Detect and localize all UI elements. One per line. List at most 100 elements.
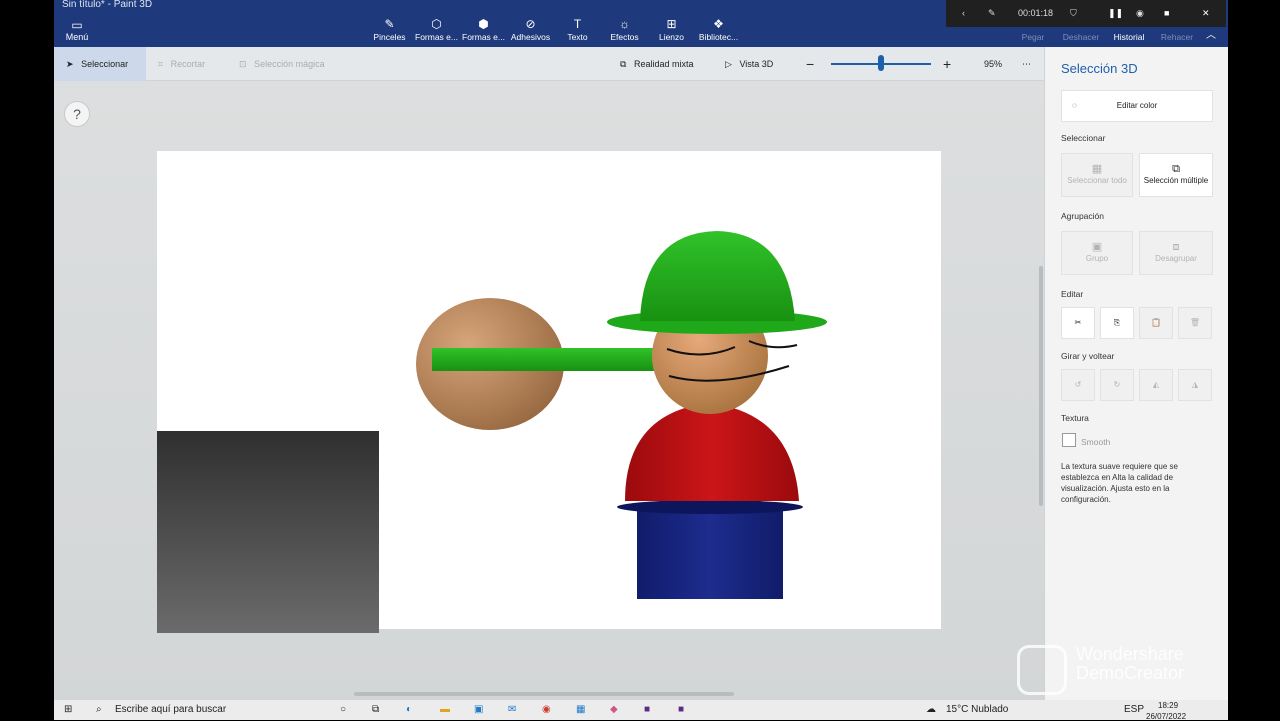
search-icon[interactable]: ⌕ (96, 704, 102, 715)
shield-icon[interactable]: ⛉ (1070, 8, 1077, 19)
vertical-scrollbar[interactable] (1039, 266, 1043, 506)
paste-icon[interactable]: 📋 (1139, 307, 1173, 339)
tool-tab-label: Efectos (610, 32, 639, 42)
tool-tab-7[interactable]: ❖ Bibliotec... (695, 16, 742, 42)
pause-icon[interactable]: ❚❚ (1108, 8, 1123, 19)
cortana-icon[interactable]: ○ (340, 704, 346, 715)
store-icon[interactable]: ▣ (474, 704, 483, 715)
crop-label: Recortar (170, 59, 206, 69)
text-icon: T (573, 17, 582, 31)
view-3d-label: Vista 3D (739, 59, 774, 69)
camera-icon[interactable]: ◉ (1136, 8, 1144, 19)
tool-tab-label: Pinceles (373, 32, 406, 42)
group-button[interactable]: ▣ Grupo (1061, 231, 1133, 275)
edit-color-button[interactable]: ◌ Editar color (1061, 90, 1213, 122)
weather-icon: ☁ (926, 704, 936, 715)
weather-text[interactable]: 15°C Nublado (946, 704, 1008, 715)
flip-horizontal-icon[interactable]: ◭ (1139, 369, 1173, 401)
edge-icon[interactable]: ◐ (406, 704, 412, 715)
view-3d-icon: ▷ (725, 59, 732, 69)
selection-toolbar: ➤ Seleccionar ⌗ Recortar ⊡ Selección mág… (54, 47, 1044, 81)
tool-tab-2[interactable]: ⬢ Formas e... (460, 16, 507, 42)
zoom-slider-thumb[interactable] (878, 55, 884, 71)
taskbar-search-box[interactable]: Escribe aquí para buscar (115, 704, 226, 715)
chrome-icon[interactable]: ◉ (542, 704, 551, 715)
hat-crown[interactable] (640, 231, 795, 321)
right-letterbox (1228, 0, 1280, 700)
delete-icon[interactable]: 🗑 (1178, 307, 1212, 339)
crop-button[interactable]: ⌗ Recortar (158, 47, 205, 81)
onenote-icon[interactable]: ■ (644, 704, 650, 715)
menu-button[interactable]: ▭ Menú (64, 18, 90, 42)
select-button[interactable]: ➤ Seleccionar (54, 47, 146, 81)
paint3d-window: Sin título* - Paint 3D ▭ Menú ✎ Pinceles ⬡… (54, 0, 1228, 700)
blue-legs[interactable] (637, 507, 783, 599)
help-button[interactable]: ? (64, 101, 90, 127)
horizontal-scrollbar[interactable] (354, 692, 734, 696)
group-label: Grupo (1085, 254, 1109, 263)
democreator-icon[interactable]: ■ (678, 704, 684, 715)
multi-select-button[interactable]: ⧉ Selección múltiple (1139, 153, 1213, 197)
panel-title: Selección 3D (1061, 61, 1138, 76)
zoom-out-button[interactable]: − (806, 47, 814, 81)
menu-label: Menú (65, 32, 89, 42)
tool-tab-4[interactable]: T Texto (554, 16, 601, 42)
webcam-overlay (157, 431, 379, 633)
folder-icon: ▭ (71, 18, 83, 32)
history-button[interactable]: Historial (1105, 32, 1153, 42)
cut-icon[interactable]: ✂ (1061, 307, 1095, 339)
paste-button[interactable]: Pegar (1009, 32, 1057, 42)
sticker-icon: ⊘ (525, 17, 536, 31)
red-torso[interactable] (625, 403, 799, 501)
clock-time[interactable]: 18:29 (1158, 701, 1178, 710)
chevron-up-icon[interactable]: ︿ (1206, 26, 1216, 41)
more-options-icon[interactable]: ⋯ (1022, 47, 1031, 81)
left-letterbox (0, 0, 54, 700)
magic-select-label: Selección mágica (254, 59, 325, 69)
tool-tab-3[interactable]: ⊘ Adhesivos (507, 16, 554, 42)
app-icon[interactable]: ▦ (576, 704, 585, 715)
chevron-left-icon[interactable]: ‹ (962, 8, 965, 18)
edit-section-label: Editar (1061, 289, 1084, 299)
tool-tab-1[interactable]: ⬡ Formas e... (413, 16, 460, 42)
tool-tabs: ✎ Pinceles ⬡ Formas e... ⬢ Formas e... ⊘ Adhesi… (366, 16, 742, 42)
file-explorer-icon[interactable]: ▬ (440, 704, 450, 715)
ungroup-button[interactable]: ⧈ Desagrupar (1139, 231, 1213, 275)
window-title: Sin título* - Paint 3D (62, 0, 153, 10)
mixed-reality-button[interactable]: ⧉ Realidad mixta (620, 47, 693, 81)
select-all-icon: ▦ (1091, 163, 1103, 175)
flip-vertical-icon[interactable]: ◮ (1178, 369, 1212, 401)
drawing-canvas[interactable] (157, 151, 941, 633)
view-3d-button[interactable]: ▷ Vista 3D (725, 47, 773, 81)
paint3d-icon[interactable]: ◆ (610, 704, 618, 715)
workspace: ? (54, 81, 1044, 700)
democreator-logo-icon (1017, 645, 1067, 695)
rotate-left-icon[interactable]: ↺ (1061, 369, 1095, 401)
close-icon[interactable]: ✕ (1202, 8, 1210, 19)
library-icon: ❖ (713, 17, 724, 31)
task-view-icon[interactable]: ⧉ (372, 704, 379, 715)
smooth-checkbox[interactable] (1062, 433, 1076, 447)
copy-icon[interactable]: ⎘ (1100, 307, 1134, 339)
select-all-label: Seleccionar todo (1067, 176, 1127, 185)
select-all-button[interactable]: ▦ Seleccionar todo (1061, 153, 1133, 197)
belt (617, 500, 803, 514)
brush-icon: ✎ (384, 17, 395, 31)
undo-button[interactable]: Deshacer (1057, 32, 1105, 42)
redo-button[interactable]: Rehacer (1153, 32, 1201, 42)
rotate-right-icon[interactable]: ↻ (1100, 369, 1134, 401)
magic-select-button[interactable]: ⊡ Selección mágica (239, 47, 325, 81)
windows-start-icon[interactable]: ⊞ (64, 704, 72, 715)
shapes-2d-icon: ⬡ (431, 17, 442, 31)
crop-icon: ⌗ (158, 59, 164, 69)
language-indicator[interactable]: ESP (1124, 704, 1144, 715)
stop-icon[interactable]: ■ (1164, 8, 1169, 18)
pen-icon[interactable]: ✎ (988, 8, 996, 19)
zoom-in-button[interactable]: + (943, 47, 951, 81)
tool-tab-label: Lienzo (658, 32, 685, 42)
mail-icon[interactable]: ✉ (508, 704, 516, 715)
tool-tab-6[interactable]: ⊞ Lienzo (648, 16, 695, 42)
tool-tab-5[interactable]: ☼ Efectos (601, 16, 648, 42)
tool-tab-0[interactable]: ✎ Pinceles (366, 16, 413, 42)
green-bar[interactable] (432, 348, 668, 371)
